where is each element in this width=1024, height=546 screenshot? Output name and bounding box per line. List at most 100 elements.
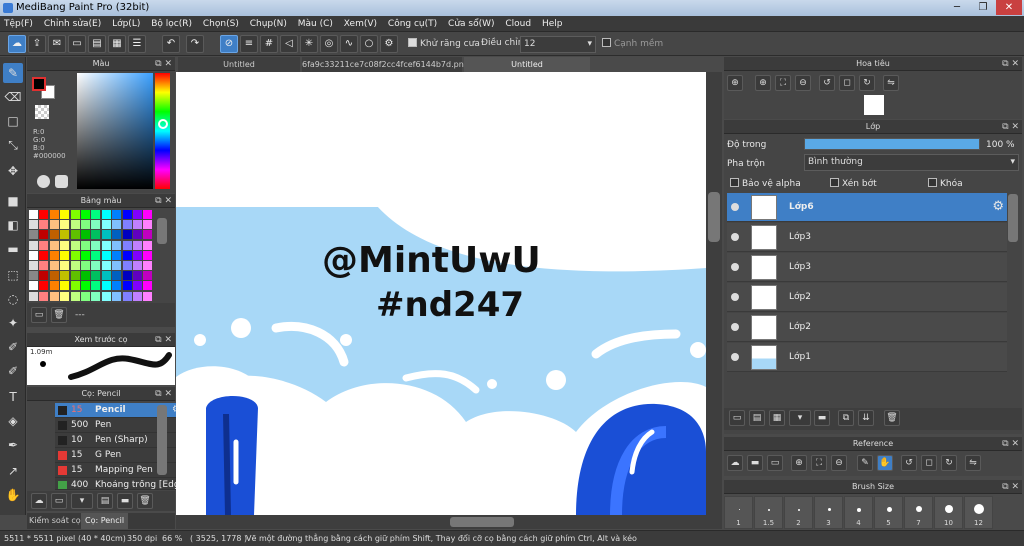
palette-swatch[interactable] <box>101 291 111 301</box>
gear-icon[interactable]: ⚙ <box>992 199 1004 214</box>
upload-icon[interactable]: ⇪ <box>28 35 46 53</box>
palette-swatch[interactable] <box>29 230 38 240</box>
palette-swatch[interactable] <box>101 210 111 219</box>
redo-icon[interactable]: ↷ <box>186 35 204 53</box>
minimize-button[interactable]: ─ <box>944 0 970 15</box>
circle-snap-icon[interactable]: ◎ <box>320 35 338 53</box>
palette-swatch[interactable] <box>39 281 49 291</box>
palette-scrollbar[interactable] <box>157 218 167 244</box>
eye-icon[interactable] <box>731 203 739 211</box>
palette-swatch[interactable] <box>112 230 122 240</box>
cloud-brush-icon[interactable]: ☁ <box>31 493 47 509</box>
foreground-color-swatch[interactable] <box>32 77 46 91</box>
palette-swatch[interactable] <box>101 240 111 250</box>
palette-swatch[interactable] <box>143 250 153 260</box>
tab-untitled-1[interactable]: Untitled <box>178 57 300 72</box>
rotate-right-icon[interactable]: ↻ <box>859 75 875 91</box>
palette-swatch[interactable] <box>122 230 132 240</box>
brush-size-option[interactable]: 2 <box>784 496 813 529</box>
palette-swatch[interactable] <box>49 230 59 240</box>
text-tool-icon[interactable]: T <box>3 387 23 407</box>
merge-layer-icon[interactable]: ⇊ <box>858 410 874 426</box>
maximize-button[interactable]: ❐ <box>970 0 996 15</box>
add-brush-menu-icon[interactable]: ▾ <box>71 493 93 509</box>
palette-swatch[interactable] <box>101 230 111 240</box>
list-icon[interactable]: ☰ <box>128 35 146 53</box>
palette-swatch[interactable] <box>60 281 70 291</box>
layer-row[interactable]: Lớp6 ⚙ <box>727 193 1007 222</box>
palette-swatch[interactable] <box>122 220 132 230</box>
palette-swatch[interactable] <box>49 291 59 301</box>
fill-rect-tool-icon[interactable]: ■ <box>3 191 23 211</box>
palette-swatch[interactable] <box>70 210 80 219</box>
palette-swatch[interactable] <box>133 281 142 291</box>
palette-swatch[interactable] <box>39 240 49 250</box>
radial-snap-icon[interactable]: ✳ <box>300 35 318 53</box>
palette-swatch[interactable] <box>60 261 70 270</box>
layer-row[interactable]: Lớp2 <box>727 313 1007 342</box>
settings-icon[interactable]: ⚙ <box>380 35 398 53</box>
hand-tool-icon[interactable]: ✋ <box>3 485 23 505</box>
panel-controls-icon[interactable]: ⧉ ✕ <box>1002 57 1019 71</box>
palette-swatch[interactable] <box>49 281 59 291</box>
fit-icon[interactable]: ⛶ <box>775 75 791 91</box>
palette-swatch[interactable] <box>29 281 38 291</box>
pen-icon[interactable]: ✎ <box>857 455 873 471</box>
palette-swatch[interactable] <box>39 261 49 270</box>
palette-swatch[interactable] <box>133 220 142 230</box>
brush-item-edge[interactable]: 400 Khoảng trống [Edge <box>55 478 183 490</box>
palette-swatch[interactable] <box>91 240 101 250</box>
folder-icon[interactable]: ▬ <box>814 410 830 426</box>
palette-swatch[interactable] <box>143 291 153 301</box>
cloud-icon[interactable]: ☁ <box>8 35 26 53</box>
palette-swatch[interactable] <box>143 261 153 270</box>
hue-handle[interactable] <box>158 119 168 129</box>
palette-grid[interactable] <box>29 210 155 302</box>
rotate-right-icon[interactable]: ↻ <box>941 455 957 471</box>
menu-file[interactable]: Tệp(F) <box>0 16 37 32</box>
palette-swatch[interactable] <box>39 220 49 230</box>
rotate-left-icon[interactable]: ↺ <box>819 75 835 91</box>
zoom-out-icon[interactable]: ⊖ <box>831 455 847 471</box>
zoom-in-icon[interactable]: ⊕ <box>791 455 807 471</box>
chat-icon[interactable]: ✉ <box>48 35 66 53</box>
panel-controls-icon[interactable]: ⧉ ✕ <box>155 333 172 347</box>
eye-icon[interactable] <box>731 263 739 271</box>
delete-brush-icon[interactable]: 🗑 <box>137 493 153 509</box>
palette-swatch[interactable] <box>39 230 49 240</box>
new-layer-icon[interactable]: ▭ <box>729 410 745 426</box>
comment-icon[interactable]: ▭ <box>68 35 86 53</box>
palette-swatch[interactable] <box>133 210 142 219</box>
flip-icon[interactable]: ⇋ <box>965 455 981 471</box>
soft-edge-toggle[interactable]: Cạnh mềm <box>602 38 663 49</box>
menu-filter[interactable]: Bộ lọc(R) <box>147 16 196 32</box>
antialias-checkbox[interactable] <box>408 38 417 47</box>
edit-line-tool-icon[interactable]: ⤡ <box>3 135 23 155</box>
tab-untitled-2[interactable]: Untitled <box>464 57 590 72</box>
palette-swatch[interactable] <box>101 250 111 260</box>
palette-swatch[interactable] <box>91 230 101 240</box>
palette-swatch[interactable] <box>81 271 90 281</box>
select-eraser-tool-icon[interactable]: ✐ <box>3 361 23 381</box>
panel-controls-icon[interactable]: ⧉ ✕ <box>1002 437 1019 451</box>
palette-swatch[interactable] <box>70 281 80 291</box>
palette-swatch[interactable] <box>81 220 90 230</box>
tab-brush-pencil[interactable]: Cọ: Pencil <box>81 513 129 529</box>
zoom-in-icon[interactable]: ⊕ <box>755 75 771 91</box>
lasso-tool-icon[interactable]: ◌ <box>3 289 23 309</box>
lock-toggle[interactable]: Khóa <box>928 178 963 189</box>
select-rect-tool-icon[interactable]: ⬚ <box>3 265 23 285</box>
vanish-snap-icon[interactable]: ◁ <box>280 35 298 53</box>
palette-swatch[interactable] <box>39 291 49 301</box>
reset-rotation-icon[interactable]: ◻ <box>839 75 855 91</box>
cloud-icon[interactable]: ☁ <box>727 455 743 471</box>
palette-swatch[interactable] <box>70 250 80 260</box>
delete-layer-icon[interactable]: 🗑 <box>884 410 900 426</box>
palette-swatch[interactable] <box>81 210 90 219</box>
layer-row[interactable]: Lớp3 <box>727 253 1007 282</box>
snap-off-icon[interactable]: ⊘ <box>220 35 238 53</box>
menu-cloud[interactable]: Cloud <box>501 16 535 32</box>
palette-swatch[interactable] <box>39 210 49 219</box>
palette-swatch[interactable] <box>112 220 122 230</box>
transparent-swatch[interactable] <box>35 105 49 119</box>
